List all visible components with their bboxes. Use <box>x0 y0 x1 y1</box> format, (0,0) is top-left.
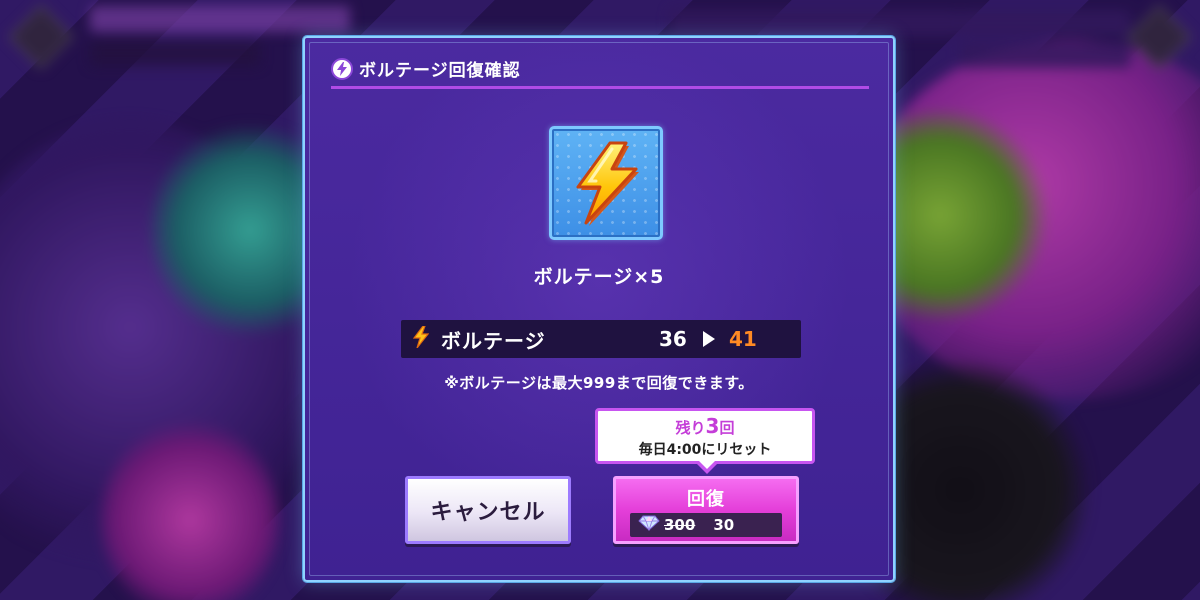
remaining-prefix: 残り <box>675 419 706 437</box>
stat-current-value: 36 <box>659 327 687 351</box>
cost-display: 300 30 <box>630 513 782 537</box>
gem-icon <box>638 515 660 535</box>
recover-button-label: 回復 <box>687 489 725 510</box>
remaining-tooltip: 残り3回 毎日4:00にリセット <box>595 408 815 474</box>
dialog-title: ボルテージ回復確認 <box>359 61 521 81</box>
stat-label: ボルテージ <box>441 328 546 353</box>
voltage-item-tile <box>549 126 663 240</box>
voltage-bolt-icon <box>331 57 353 80</box>
recover-button[interactable]: 回復 300 30 <box>613 476 799 544</box>
cancel-button[interactable]: キャンセル <box>405 476 571 544</box>
remaining-count: 3 <box>705 414 720 438</box>
stat-new-value: 41 <box>729 327 757 351</box>
item-name: ボルテージ×5 <box>533 266 665 288</box>
dialog-header: ボルテージ回復確認 <box>331 56 521 81</box>
title-divider <box>331 86 869 89</box>
cost-discounted: 30 <box>713 516 735 534</box>
cost-original: 300 <box>664 516 696 534</box>
remaining-count-text: 残り3回 <box>598 414 812 438</box>
max-note: ※ボルテージは最大999まで回復できます。 <box>444 374 754 392</box>
voltage-item-bolt-icon <box>576 141 639 226</box>
arrow-right-icon <box>703 331 715 347</box>
reset-time-text: 毎日4:00にリセット <box>638 442 772 458</box>
small-bolt-icon <box>412 325 430 352</box>
voltage-stat-row: ボルテージ 36 41 <box>401 320 801 358</box>
voltage-recovery-dialog: ボルテージ回復確認 ボルテージ×5 ボルテージ 36 41 ※ボルテージは最大9… <box>303 36 895 582</box>
remaining-suffix: 回 <box>719 419 735 437</box>
